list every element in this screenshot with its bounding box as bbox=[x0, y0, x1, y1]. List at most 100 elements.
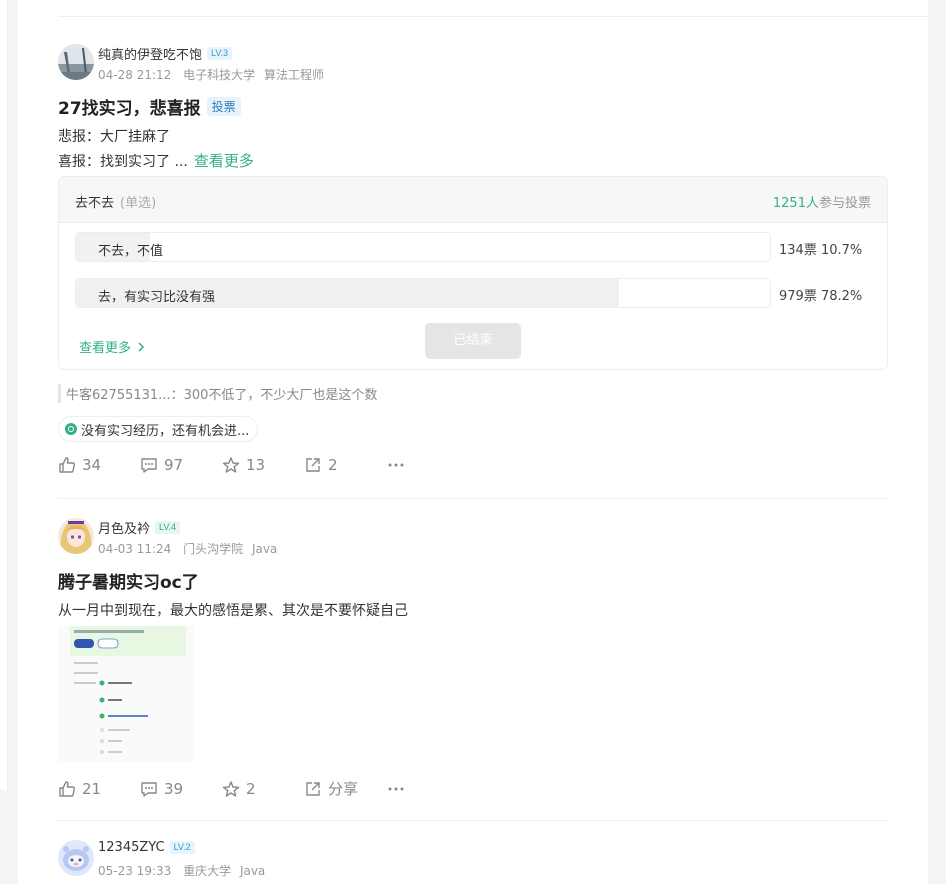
poll-option-label: 不去，不值 bbox=[98, 244, 164, 259]
poll-option-label: 去，有实习比没有强 bbox=[98, 290, 216, 305]
comment-count: 39 bbox=[164, 779, 184, 798]
post-meta: 04-03 11:24 门头沟学院 Java bbox=[98, 540, 277, 557]
like-button[interactable]: 34 bbox=[58, 456, 140, 474]
school-name: 门头沟学院 bbox=[183, 542, 244, 556]
avatar[interactable] bbox=[58, 840, 94, 876]
username[interactable]: 纯真的伊登吃不饱 LV.3 bbox=[98, 44, 233, 63]
favorite-button[interactable]: 2 bbox=[222, 780, 304, 798]
username[interactable]: 12345ZYC LV.2 bbox=[98, 840, 195, 855]
poll-view-more[interactable]: 查看更多 bbox=[79, 337, 147, 356]
post-body: 从一月中到现在，最大的感悟是累、其次是不要怀疑自己 bbox=[58, 599, 888, 623]
read-more-link[interactable]: 查看更多 bbox=[194, 152, 254, 170]
level-badge: LV.4 bbox=[155, 521, 181, 534]
share-label: 分享 bbox=[328, 780, 359, 798]
share-icon bbox=[306, 458, 320, 472]
vote-count: 134票 bbox=[779, 243, 817, 258]
thumb-up-icon bbox=[59, 457, 76, 473]
post-divider bbox=[58, 498, 888, 499]
thumb-up-icon bbox=[59, 780, 76, 797]
poll-option[interactable]: 去，有实习比没有强 bbox=[75, 278, 771, 308]
post-divider bbox=[58, 820, 888, 821]
job-role: 算法工程师 bbox=[263, 68, 324, 82]
poll-participants: 1251人参与投票 bbox=[773, 192, 871, 211]
job-role: Java bbox=[251, 542, 278, 556]
comment-icon bbox=[141, 458, 157, 473]
vote-percent: 78.2% bbox=[820, 289, 863, 304]
poll-ended-button[interactable]: 已结束 bbox=[425, 323, 521, 359]
post-meta: 04-28 21:12 电子科技大学 算法工程师 bbox=[98, 66, 324, 83]
action-bar: 34 97 13 2 bbox=[58, 456, 468, 474]
post-header: 12345ZYC LV.2 05-23 19:33 重庆大学 Java bbox=[58, 840, 888, 880]
comment-button[interactable]: 97 bbox=[140, 456, 222, 474]
more-dots-icon bbox=[388, 463, 404, 467]
post-title-text[interactable]: 27找实习，悲喜报 bbox=[58, 94, 201, 119]
poll-question: 去不去 (单选) bbox=[75, 192, 156, 211]
vote-count: 979票 bbox=[779, 289, 817, 304]
more-dots-icon bbox=[388, 787, 404, 790]
body-line: 从一月中到现在，最大的感悟是累、其次是不要怀疑自己 bbox=[58, 603, 408, 619]
avatar[interactable] bbox=[58, 518, 94, 554]
post-header: 月色及衿 LV.4 04-03 11:24 门头沟学院 Java bbox=[58, 518, 888, 558]
poll-option-result: 979票 78.2% bbox=[779, 285, 862, 304]
poll-question-text: 去不去 bbox=[75, 196, 115, 211]
participant-suffix: 参与投票 bbox=[818, 196, 871, 211]
username-text[interactable]: 12345ZYC bbox=[98, 840, 165, 855]
left-edge-panel bbox=[0, 0, 8, 790]
post-title[interactable]: 27找实习，悲喜报 投票 bbox=[58, 94, 888, 119]
poll-mode: (单选) bbox=[120, 196, 157, 211]
like-count: 21 bbox=[82, 779, 102, 798]
school-name: 重庆大学 bbox=[183, 864, 232, 878]
comment-button[interactable]: 39 bbox=[140, 780, 222, 798]
share-button[interactable]: 2 bbox=[304, 456, 386, 474]
share-icon bbox=[306, 781, 320, 796]
post-date: 04-28 21:12 bbox=[98, 68, 172, 82]
level-badge: LV.3 bbox=[207, 47, 233, 60]
poll-header: 去不去 (单选) 1251人参与投票 bbox=[59, 177, 887, 223]
star-icon bbox=[222, 457, 240, 473]
chevron-right-icon bbox=[138, 341, 145, 352]
username-text[interactable]: 纯真的伊登吃不饱 bbox=[98, 44, 202, 63]
participant-count: 1251人 bbox=[772, 196, 819, 211]
poll-option[interactable]: 不去，不值 bbox=[75, 232, 771, 262]
top-divider bbox=[58, 16, 928, 17]
topic-chip[interactable]: 没有实习经历，还有机会进... bbox=[58, 416, 259, 442]
feed-card: 纯真的伊登吃不饱 LV.3 04-28 21:12 电子科技大学 算法工程师 2… bbox=[18, 0, 928, 884]
post-body: 悲报：大厂挂麻了 喜报：找到实习了 ... 查看更多 bbox=[58, 125, 888, 174]
body-line-text: 喜报：找到实习了 ... bbox=[58, 154, 188, 170]
favorite-button[interactable]: 13 bbox=[222, 456, 304, 474]
job-role: Java bbox=[239, 864, 266, 878]
poll-box: 去不去 (单选) 1251人参与投票 不去，不值 134票 10.7% 去，有实习… bbox=[58, 176, 888, 370]
poll-option-result: 134票 10.7% bbox=[779, 239, 862, 258]
poll-view-more-label[interactable]: 查看更多 bbox=[79, 337, 131, 356]
comment-icon bbox=[141, 781, 157, 797]
comment-count: 97 bbox=[164, 456, 184, 474]
share-button[interactable]: 分享 bbox=[304, 778, 386, 799]
feed-post: 纯真的伊登吃不饱 LV.3 04-28 21:12 电子科技大学 算法工程师 2… bbox=[58, 44, 888, 174]
like-count: 34 bbox=[82, 456, 102, 474]
star-icon bbox=[222, 780, 240, 797]
favorite-count: 13 bbox=[246, 456, 266, 474]
body-line: 悲报：大厂挂麻了 bbox=[58, 129, 170, 145]
hot-comment[interactable]: 牛客62755131...：300不低了，不少大厂也是这个数 bbox=[58, 384, 377, 403]
post-date: 05-23 19:33 bbox=[98, 864, 172, 878]
school-name: 电子科技大学 bbox=[183, 68, 256, 82]
more-options-button[interactable] bbox=[386, 456, 468, 474]
body-line: 喜报：找到实习了 ... 查看更多 bbox=[58, 149, 888, 174]
avatar[interactable] bbox=[58, 44, 94, 80]
post-title-text[interactable]: 腾子暑期实习oc了 bbox=[58, 568, 199, 593]
post-meta: 05-23 19:33 重庆大学 Java bbox=[98, 862, 265, 879]
share-count: 2 bbox=[328, 456, 338, 474]
topic-icon bbox=[65, 423, 77, 435]
post-title[interactable]: 腾子暑期实习oc了 bbox=[58, 568, 888, 593]
post-date: 04-03 11:24 bbox=[98, 542, 172, 556]
topic-label[interactable]: 没有实习经历，还有机会进... bbox=[81, 420, 249, 439]
username-text[interactable]: 月色及衿 bbox=[98, 518, 150, 537]
username[interactable]: 月色及衿 LV.4 bbox=[98, 518, 181, 537]
feed-post: 月色及衿 LV.4 04-03 11:24 门头沟学院 Java 腾子暑期实习o… bbox=[58, 518, 888, 623]
post-image-thumbnail[interactable] bbox=[58, 626, 194, 762]
like-button[interactable]: 21 bbox=[58, 780, 140, 798]
level-badge: LV.2 bbox=[169, 841, 195, 854]
favorite-count: 2 bbox=[246, 779, 256, 798]
more-options-button[interactable] bbox=[386, 780, 468, 798]
vote-tag: 投票 bbox=[206, 97, 241, 116]
